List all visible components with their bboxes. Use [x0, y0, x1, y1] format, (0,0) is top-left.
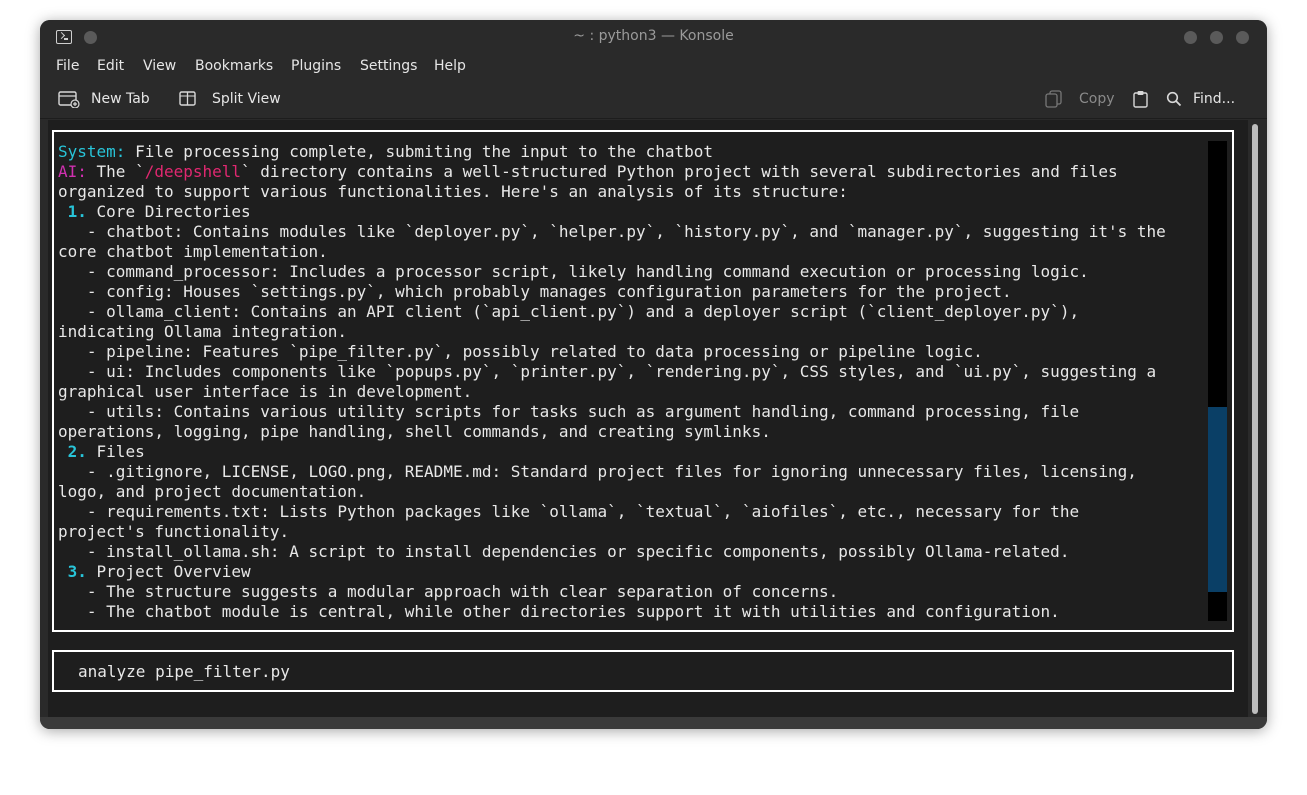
menu-plugins[interactable]: Plugins	[291, 58, 341, 74]
output-line: - chatbot: Contains modules like `deploy…	[58, 222, 1166, 241]
chat-input-field[interactable]: analyze pipe_filter.py	[52, 650, 1234, 692]
chat-output-panel[interactable]: System: File processing complete, submit…	[52, 130, 1234, 632]
output-line: - ui: Includes components like `popups.p…	[58, 362, 1157, 381]
section-title: Project Overview	[86, 562, 251, 581]
output-line: - install_ollama.sh: A script to install…	[58, 542, 1070, 561]
output-line: core chatbot implementation.	[58, 242, 328, 261]
output-line: - .gitignore, LICENSE, LOGO.png, README.…	[58, 462, 1137, 481]
window-title: ~ : python3 — Konsole	[573, 28, 734, 44]
find-label: Find...	[1193, 91, 1236, 107]
copy-icon	[1045, 90, 1062, 108]
section-number: 3.	[58, 562, 87, 581]
paste-icon[interactable]	[1132, 90, 1150, 108]
chat-output-text: System: File processing complete, submit…	[58, 142, 1208, 622]
ai-path: /deepshell	[144, 162, 242, 181]
maximize-button[interactable]	[1210, 31, 1223, 44]
output-line: logo, and project documentation.	[58, 482, 367, 501]
new-tab-label: New Tab	[91, 91, 150, 107]
new-tab-icon	[58, 91, 80, 108]
output-line: organized to support various functionali…	[58, 182, 848, 201]
split-view-icon	[179, 91, 196, 106]
section-title: Files	[86, 442, 145, 461]
ai-label: AI:	[58, 162, 87, 181]
output-line: graphical user interface is in developme…	[58, 382, 473, 401]
find-button[interactable]: Find...	[1166, 90, 1256, 110]
output-line: - pipeline: Features `pipe_filter.py`, p…	[58, 342, 983, 361]
window-bottom-edge	[40, 717, 1267, 729]
chat-input-value: analyze pipe_filter.py	[78, 662, 290, 681]
system-label: System:	[58, 142, 126, 161]
terminal-area[interactable]: System: File processing complete, submit…	[48, 120, 1248, 717]
minimize-button[interactable]	[1184, 31, 1197, 44]
close-button[interactable]	[1236, 31, 1249, 44]
menu-file[interactable]: File	[56, 58, 79, 74]
konsole-window: ~ : python3 — Konsole File Edit View Boo…	[40, 20, 1267, 729]
copy-label: Copy	[1079, 91, 1115, 107]
system-message: File processing complete, submiting the …	[125, 142, 714, 161]
menu-help[interactable]: Help	[434, 58, 466, 74]
output-line: - command_processor: Includes a processo…	[58, 262, 1089, 281]
ai-message-post: ` directory contains a well-structured P…	[241, 162, 1118, 181]
section-number: 1.	[58, 202, 87, 221]
copy-button[interactable]: Copy	[1045, 90, 1125, 110]
output-line: indicating Ollama integration.	[58, 322, 347, 341]
output-scrollbar-thumb[interactable]	[1208, 407, 1227, 592]
output-line: - The chatbot module is central, while o…	[58, 602, 1060, 621]
output-line: - The structure suggests a modular appro…	[58, 582, 839, 601]
split-view-button[interactable]: Split View	[179, 90, 289, 110]
output-line: - requirements.txt: Lists Python package…	[58, 502, 1080, 521]
output-line: project's functionality.	[58, 522, 290, 541]
menu-settings[interactable]: Settings	[360, 58, 417, 74]
toolbar-separator	[40, 118, 1267, 119]
output-line: - config: Houses `settings.py`, which pr…	[58, 282, 1012, 301]
section-title: Core Directories	[86, 202, 251, 221]
section-number: 2.	[58, 442, 87, 461]
output-line: operations, logging, pipe handling, shel…	[58, 422, 771, 441]
menu-view[interactable]: View	[143, 58, 176, 74]
menubar: File Edit View Bookmarks Plugins Setting…	[40, 54, 1267, 82]
output-line: - ollama_client: Contains an API client …	[58, 302, 1080, 321]
search-icon	[1166, 91, 1182, 107]
output-line: - utils: Contains various utility script…	[58, 402, 1080, 421]
titlebar[interactable]: ~ : python3 — Konsole	[40, 20, 1267, 54]
menu-bookmarks[interactable]: Bookmarks	[195, 58, 273, 74]
new-tab-button[interactable]: New Tab	[58, 90, 158, 110]
split-view-label: Split View	[212, 91, 281, 107]
menu-edit[interactable]: Edit	[97, 58, 124, 74]
toolbar: New Tab Split View Copy Find...	[40, 84, 1267, 116]
terminal-scrollbar[interactable]	[1252, 124, 1258, 714]
ai-message-pre: The `	[86, 162, 145, 181]
